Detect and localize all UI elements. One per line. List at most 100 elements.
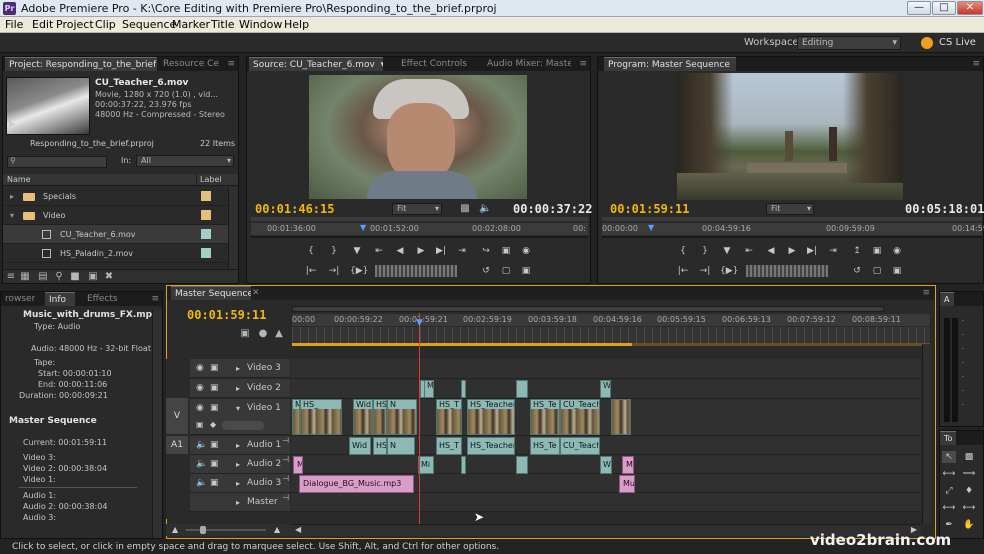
- collapse-arrow-icon[interactable]: ▾: [10, 206, 14, 225]
- menu-sequence[interactable]: Sequence: [122, 17, 176, 33]
- playhead-icon[interactable]: ▼: [648, 222, 654, 234]
- set-marker-icon[interactable]: ▼: [720, 245, 734, 257]
- icon-view-icon[interactable]: ▦: [19, 271, 31, 283]
- menu-clip[interactable]: Clip: [95, 17, 116, 33]
- panel-menu-icon[interactable]: ≡: [579, 57, 587, 71]
- tab-audio-meters[interactable]: A: [940, 292, 954, 306]
- work-area-bar[interactable]: [292, 343, 632, 346]
- clip[interactable]: HS: [373, 437, 387, 455]
- clip[interactable]: HS_Teacher: [467, 437, 515, 455]
- track-lane-video3[interactable]: [291, 359, 921, 379]
- maximize-icon[interactable]: □: [932, 1, 956, 15]
- lock-icon[interactable]: ▣: [210, 403, 219, 414]
- clip[interactable]: CU_Teach: [560, 437, 600, 455]
- tab-effect-controls[interactable]: Effect Controls: [397, 57, 477, 71]
- speaker-icon[interactable]: 🔈: [196, 440, 207, 451]
- slip-tool-icon[interactable]: ⟷: [942, 502, 956, 514]
- timeline-zoom-scroll[interactable]: [292, 306, 884, 312]
- menu-title[interactable]: Title: [211, 17, 235, 33]
- label-swatch[interactable]: [201, 210, 211, 220]
- track-lane-audio3[interactable]: Dialogue_BG_Music.mp3 Mu: [291, 474, 921, 493]
- track-lane-audio2[interactable]: M Mi W M: [291, 455, 921, 474]
- tab-info[interactable]: Info: [45, 292, 75, 306]
- clip[interactable]: Wid: [349, 437, 371, 455]
- expand-arrow-icon[interactable]: ▸: [236, 359, 240, 378]
- panel-menu-icon[interactable]: ≡: [922, 286, 930, 300]
- close-icon[interactable]: ✕: [957, 1, 983, 15]
- output-icon[interactable]: ▣: [519, 265, 533, 277]
- tab-media-browser[interactable]: rowser: [1, 292, 35, 306]
- mark-in-icon[interactable]: {: [304, 245, 318, 257]
- source-zoom-bar[interactable]: [251, 217, 588, 221]
- export-frame-icon[interactable]: ◉: [519, 245, 533, 257]
- razor-tool-icon[interactable]: ♦: [962, 485, 976, 497]
- list-view-icon[interactable]: ≡: [5, 271, 17, 283]
- clip[interactable]: [516, 456, 528, 474]
- track-lane-video1[interactable]: M HS_ Wid HS N HS_T HS_Teacher HS_Te CU_…: [291, 399, 921, 436]
- panel-menu-icon[interactable]: ≡: [227, 57, 235, 71]
- tab-master-sequence[interactable]: Master Sequence: [171, 286, 251, 300]
- track-select-tool-icon[interactable]: ▩: [962, 451, 976, 463]
- new-bin-icon[interactable]: ■: [69, 271, 81, 283]
- column-label[interactable]: Label: [196, 174, 222, 186]
- output-icon[interactable]: ▣: [890, 265, 904, 277]
- go-to-in-icon[interactable]: ⇤: [742, 245, 756, 257]
- ripple-edit-tool-icon[interactable]: ⟷: [942, 468, 956, 480]
- clip[interactable]: [516, 380, 528, 398]
- step-back-icon[interactable]: ◀: [764, 245, 778, 257]
- clip[interactable]: CU_Teach: [560, 399, 600, 435]
- menu-project[interactable]: Project: [56, 17, 94, 33]
- expand-arrow-icon[interactable]: ▸: [10, 187, 14, 206]
- scroll-left-icon[interactable]: ◀: [295, 525, 301, 534]
- pen-tool-icon[interactable]: ✒: [942, 519, 956, 531]
- snap-icon[interactable]: ▣: [239, 328, 251, 340]
- set-marker-icon[interactable]: ▲: [273, 328, 285, 340]
- workspace-select[interactable]: Editing ▾: [797, 36, 901, 50]
- lock-icon[interactable]: ▣: [210, 383, 219, 394]
- zoom-out-icon[interactable]: ▲: [172, 525, 178, 534]
- timeline-v-scrollbar[interactable]: [922, 344, 932, 524]
- expand-arrow-icon[interactable]: ▸: [236, 436, 240, 455]
- lock-icon[interactable]: ▣: [210, 363, 219, 374]
- find-icon[interactable]: ⚲: [53, 271, 65, 283]
- tab-project[interactable]: Project: Responding_to_the_brief: [5, 57, 157, 71]
- clip[interactable]: W: [600, 456, 612, 474]
- eye-icon[interactable]: ◉: [196, 383, 204, 394]
- new-item-icon[interactable]: ▣: [87, 271, 99, 283]
- clip[interactable]: HS_Teacher: [467, 399, 515, 435]
- step-forward-icon[interactable]: ▶|: [434, 245, 448, 257]
- menu-edit[interactable]: Edit: [32, 17, 53, 33]
- safe-margins-icon[interactable]: ▢: [870, 265, 884, 277]
- eye-icon[interactable]: ◉: [196, 403, 204, 414]
- zoom-thumb[interactable]: [200, 526, 206, 534]
- go-to-next-marker-icon[interactable]: →|: [327, 265, 341, 277]
- safe-margins-icon[interactable]: ▢: [499, 265, 513, 277]
- slide-tool-icon[interactable]: ⟷: [962, 502, 976, 514]
- playhead-icon[interactable]: ▼: [360, 222, 366, 234]
- expand-arrow-icon[interactable]: ▸: [236, 455, 240, 474]
- program-time-ruler[interactable]: 00:00:00 00:04:59:16 00:09:59:09 00:14:5…: [602, 222, 984, 235]
- track-lane-master[interactable]: [291, 493, 921, 512]
- collapse-arrow-icon[interactable]: ▾: [236, 399, 240, 418]
- expand-arrow-icon[interactable]: ▸: [236, 474, 240, 493]
- zoom-track[interactable]: [186, 529, 266, 531]
- menu-marker[interactable]: Marker: [172, 17, 210, 33]
- label-swatch[interactable]: [201, 191, 211, 201]
- clip[interactable]: HS_: [300, 399, 342, 435]
- clip[interactable]: M: [293, 456, 303, 474]
- rate-stretch-tool-icon[interactable]: ⤢: [942, 485, 956, 497]
- step-back-icon[interactable]: ◀: [393, 245, 407, 257]
- shuttle-control[interactable]: [375, 265, 457, 277]
- column-name[interactable]: Name: [7, 174, 31, 186]
- video-target-v[interactable]: V: [166, 398, 188, 434]
- clip[interactable]: Mi: [418, 456, 434, 474]
- tab-resource-central[interactable]: Resource Ce: [159, 57, 221, 71]
- panel-menu-icon[interactable]: ≡: [151, 292, 159, 306]
- play-button[interactable]: ▶: [414, 245, 428, 257]
- timeline-zoom-slider[interactable]: ▲ ▲: [166, 524, 291, 536]
- go-to-out-icon[interactable]: ⇥: [826, 245, 840, 257]
- program-zoom-bar[interactable]: [602, 217, 982, 221]
- speaker-icon[interactable]: 🔈: [196, 478, 207, 489]
- expand-arrow-icon[interactable]: ▸: [236, 493, 240, 512]
- timeline-time-ruler[interactable]: 00:00 00:00:59:22 00:01:59:21 00:02:59:1…: [292, 314, 930, 326]
